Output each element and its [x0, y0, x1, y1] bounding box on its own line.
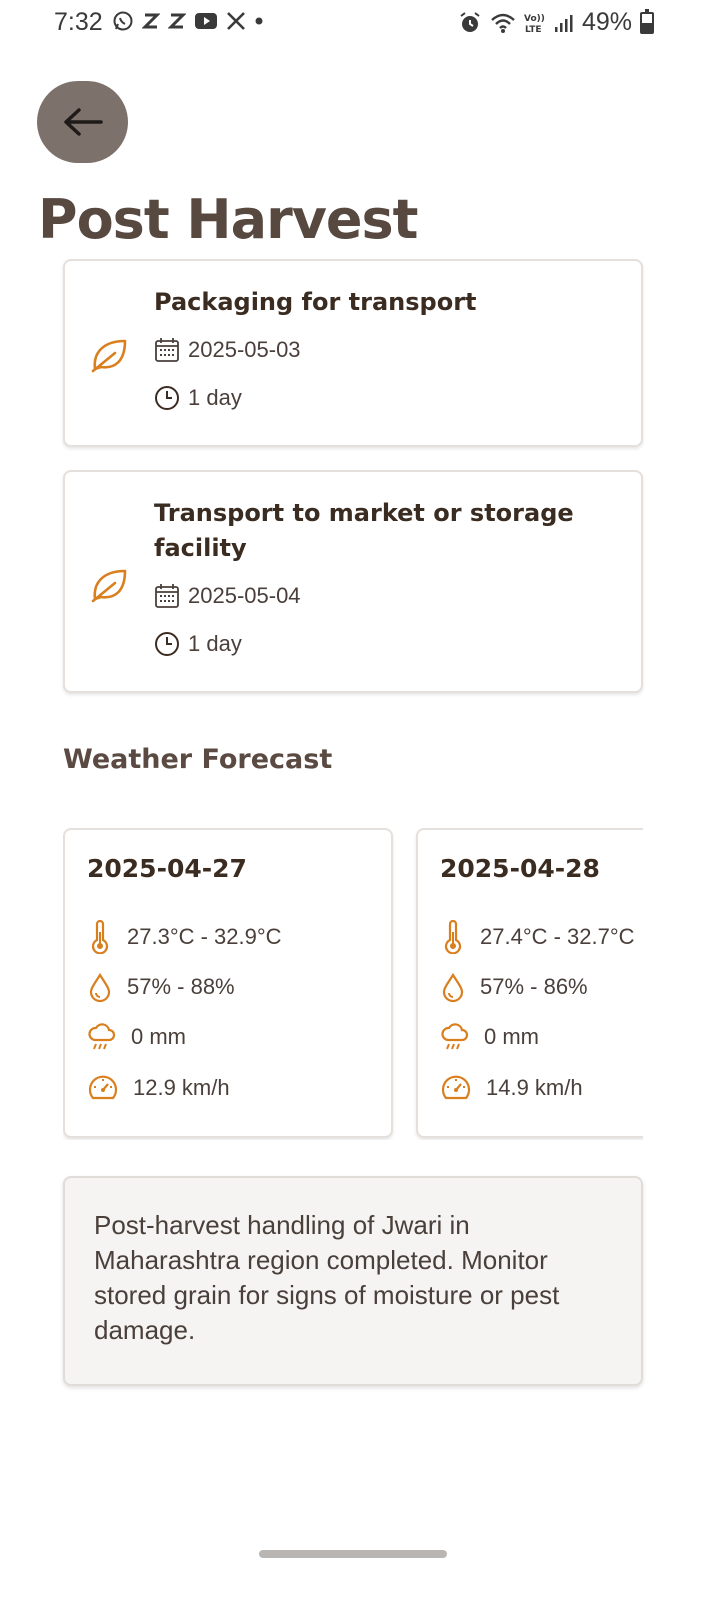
rain-cloud-icon — [441, 1023, 469, 1050]
temperature-row: 27.4°C - 32.7°C — [440, 920, 635, 954]
status-bar: 7:32 Vo)) LTE 49% — [0, 0, 720, 46]
z-icon — [142, 12, 160, 30]
svg-text:Vo)): Vo)) — [524, 14, 545, 24]
rain-cloud-icon — [88, 1023, 116, 1050]
whatsapp-icon — [112, 10, 134, 32]
temperature-range: 27.3°C - 32.9°C — [127, 924, 282, 949]
battery-percent: 49% — [581, 8, 632, 36]
humidity-range: 57% - 86% — [480, 974, 588, 999]
notification-icons — [112, 10, 264, 32]
task-title: Packaging for transport — [154, 288, 477, 316]
task-card[interactable]: Packaging for transport 2025-05-03 1 day — [63, 259, 643, 447]
thermometer-icon — [91, 920, 109, 954]
calendar-icon — [155, 584, 179, 608]
task-card[interactable]: Transport to market or storage facility … — [63, 470, 643, 693]
weather-date: 2025-04-28 — [440, 854, 600, 883]
wind-row: 12.9 km/h — [87, 1073, 230, 1103]
task-title: Transport to market or storage facility — [154, 499, 574, 562]
wind-row: 14.9 km/h — [440, 1073, 583, 1103]
clock-icon — [155, 386, 179, 410]
droplet-icon — [89, 972, 111, 1002]
weather-card[interactable]: 2025-04-27 27.3°C - 32.9°C 57% - 88% 0 m… — [63, 828, 393, 1138]
humidity-row: 57% - 86% — [440, 972, 588, 1002]
page-title: Post Harvest — [38, 188, 418, 251]
volte-icon: Vo))LTE — [524, 14, 545, 34]
signal-icon — [554, 14, 573, 32]
x-icon — [226, 11, 246, 31]
task-duration: 1 day — [188, 385, 242, 410]
clock-icon — [155, 632, 179, 656]
weather-date: 2025-04-27 — [87, 854, 247, 883]
leaf-icon — [91, 569, 127, 603]
wifi-icon — [491, 13, 515, 33]
svg-text:LTE: LTE — [525, 25, 542, 34]
calendar-icon — [155, 338, 179, 362]
rain-row: 0 mm — [87, 1022, 186, 1052]
status-time: 7:32 — [54, 8, 103, 36]
task-duration-row: 1 day — [154, 620, 621, 668]
temperature-row: 27.3°C - 32.9°C — [87, 920, 282, 954]
alarm-icon — [460, 11, 480, 32]
temperature-range: 27.4°C - 32.7°C — [480, 924, 635, 949]
weather-section-title: Weather Forecast — [63, 744, 333, 775]
back-button[interactable] — [37, 81, 128, 163]
task-date-row: 2025-05-03 — [154, 326, 621, 374]
wind-speed: 12.9 km/h — [133, 1075, 230, 1100]
rainfall: 0 mm — [131, 1024, 186, 1049]
task-duration-row: 1 day — [154, 374, 621, 422]
task-date: 2025-05-03 — [188, 337, 301, 362]
advisory-note: Post-harvest handling of Jwari in Mahara… — [63, 1176, 643, 1386]
humidity-row: 57% - 88% — [87, 972, 235, 1002]
droplet-icon — [442, 972, 464, 1002]
speedometer-icon — [441, 1075, 471, 1100]
speedometer-icon — [88, 1075, 118, 1100]
battery-icon — [640, 8, 654, 34]
system-icons: Vo)) LTE 49% — [458, 8, 654, 37]
thermometer-icon — [444, 920, 462, 954]
home-indicator[interactable] — [259, 1550, 447, 1558]
leaf-icon — [91, 339, 127, 373]
advisory-text: Post-harvest handling of Jwari in Mahara… — [94, 1210, 560, 1345]
task-date: 2025-05-04 — [188, 583, 301, 608]
task-date-row: 2025-05-04 — [154, 572, 621, 620]
wind-speed: 14.9 km/h — [486, 1075, 583, 1100]
task-duration: 1 day — [188, 631, 242, 656]
weather-forecast-carousel[interactable]: 2025-04-27 27.3°C - 32.9°C 57% - 88% 0 m… — [63, 828, 643, 1140]
arrow-left-icon — [63, 108, 103, 136]
dot-icon — [254, 16, 264, 26]
z-icon — [168, 12, 186, 30]
humidity-range: 57% - 88% — [127, 974, 235, 999]
weather-card[interactable]: 2025-04-28 27.4°C - 32.7°C 57% - 86% 0 m… — [416, 828, 643, 1138]
rain-row: 0 mm — [440, 1022, 539, 1052]
youtube-icon — [194, 12, 218, 30]
rainfall: 0 mm — [484, 1024, 539, 1049]
